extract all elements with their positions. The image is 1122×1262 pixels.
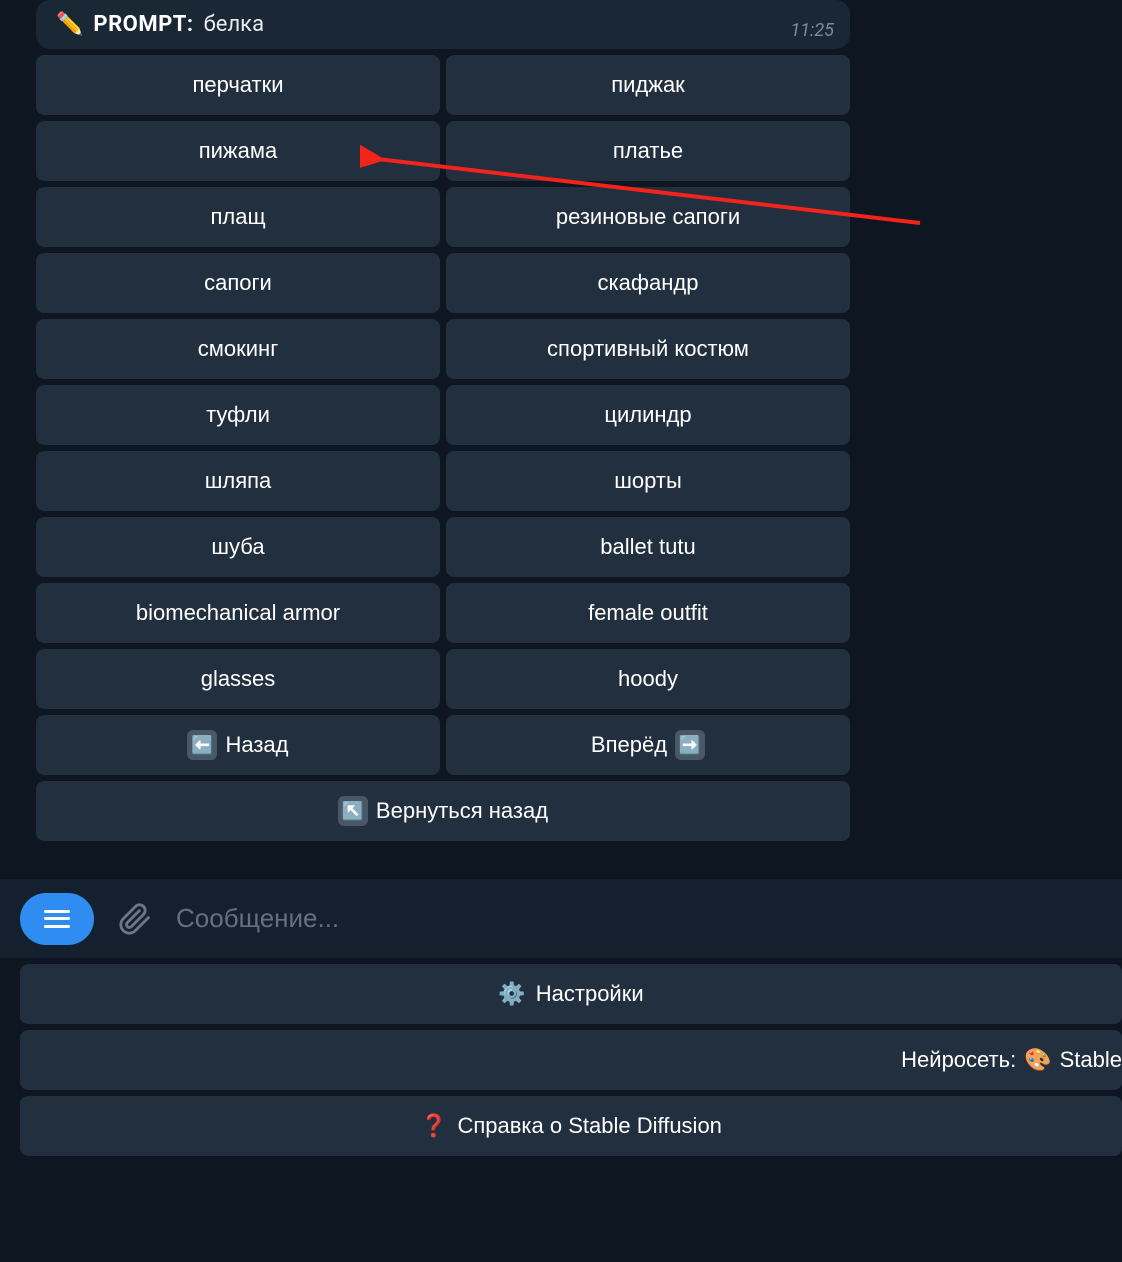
question-icon: ❓	[420, 1113, 447, 1139]
inline-keyboard: перчатки пиджак пижама платье плащ резин…	[36, 55, 850, 841]
message-time: 11:25	[790, 20, 834, 41]
reply-model-button[interactable]: Нейросеть: 🎨 Stable	[20, 1030, 1122, 1090]
kbd-option[interactable]: сапоги	[36, 253, 440, 313]
reply-model-prefix: Нейросеть:	[901, 1047, 1016, 1073]
gear-icon: ⚙️	[498, 981, 525, 1007]
kbd-nav-forward[interactable]: Вперёд ➡️	[446, 715, 850, 775]
reply-help-button[interactable]: ❓ Справка о Stable Diffusion	[20, 1096, 1122, 1156]
bot-message-bubble: ✏️ PROMPT: белка 11:25	[36, 0, 850, 49]
reply-settings-button[interactable]: ⚙️ Настройки	[20, 964, 1122, 1024]
kbd-option[interactable]: платье	[446, 121, 850, 181]
kbd-return-label: Вернуться назад	[376, 798, 548, 824]
composer-bar	[0, 878, 1122, 958]
message-input[interactable]	[176, 903, 1102, 934]
kbd-option[interactable]: biomechanical armor	[36, 583, 440, 643]
palette-icon: 🎨	[1024, 1047, 1051, 1073]
kbd-option[interactable]: пижама	[36, 121, 440, 181]
attach-button[interactable]	[118, 900, 152, 938]
prompt-label: PROMPT:	[93, 12, 193, 37]
kbd-nav-back-label: Назад	[225, 732, 288, 758]
kbd-option[interactable]: скафандр	[446, 253, 850, 313]
kbd-option[interactable]: плащ	[36, 187, 440, 247]
kbd-option[interactable]: перчатки	[36, 55, 440, 115]
kbd-option[interactable]: female outfit	[446, 583, 850, 643]
kbd-nav-forward-label: Вперёд	[591, 732, 667, 758]
arrow-left-icon: ⬅️	[187, 730, 217, 760]
reply-keyboard: ⚙️ Настройки Нейросеть: 🎨 Stable ❓ Справ…	[20, 964, 1122, 1156]
kbd-option[interactable]: шорты	[446, 451, 850, 511]
kbd-return-button[interactable]: ↖️ Вернуться назад	[36, 781, 850, 841]
kbd-option[interactable]: спортивный костюм	[446, 319, 850, 379]
kbd-option[interactable]: hoody	[446, 649, 850, 709]
arrow-right-icon: ➡️	[675, 730, 705, 760]
kbd-option[interactable]: шляпа	[36, 451, 440, 511]
kbd-option[interactable]: ballet tutu	[446, 517, 850, 577]
menu-button[interactable]	[20, 893, 94, 945]
reply-settings-label: Настройки	[536, 981, 644, 1007]
kbd-option[interactable]: glasses	[36, 649, 440, 709]
kbd-nav-back[interactable]: ⬅️ Назад	[36, 715, 440, 775]
kbd-option[interactable]: смокинг	[36, 319, 440, 379]
prompt-value: белка	[204, 12, 264, 37]
reply-help-label: Справка о Stable Diffusion	[457, 1113, 721, 1139]
kbd-option[interactable]: цилиндр	[446, 385, 850, 445]
kbd-option[interactable]: резиновые сапоги	[446, 187, 850, 247]
reply-model-name: Stable	[1060, 1047, 1122, 1073]
kbd-option[interactable]: шуба	[36, 517, 440, 577]
kbd-option[interactable]: туфли	[36, 385, 440, 445]
paperclip-icon	[118, 900, 152, 938]
pencil-icon: ✏️	[56, 12, 83, 37]
hamburger-icon	[44, 910, 70, 928]
kbd-option[interactable]: пиджак	[446, 55, 850, 115]
arrow-up-left-icon: ↖️	[338, 796, 368, 826]
